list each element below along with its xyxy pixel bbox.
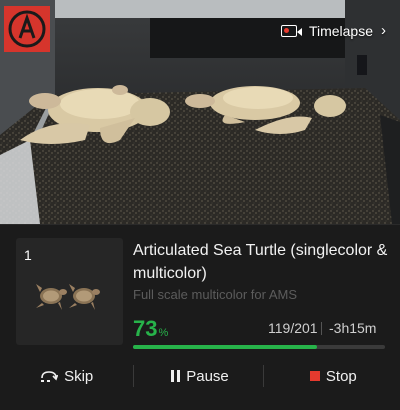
progress-percent: 73% — [133, 316, 168, 342]
pause-icon — [171, 370, 181, 382]
job-subtitle: Full scale multicolor for AMS — [133, 287, 297, 302]
video-camera-icon — [280, 24, 302, 37]
stop-button[interactable]: Stop — [267, 360, 400, 392]
pause-label: Pause — [186, 367, 229, 385]
chevron-right-icon: › — [381, 22, 386, 39]
skip-icon — [41, 371, 59, 382]
timelapse-button[interactable]: Timelapse › — [280, 22, 386, 39]
skip-button[interactable]: Skip — [0, 360, 133, 392]
camera-feed: Timelapse › — [0, 0, 400, 224]
action-bar: Skip Pause Stop — [0, 360, 400, 392]
time-remaining: -3h15m — [329, 320, 377, 336]
plate-thumbnail[interactable]: 1 — [16, 238, 123, 345]
progress-bar-fill — [133, 345, 317, 349]
stop-icon — [309, 371, 320, 381]
timelapse-label: Timelapse — [308, 22, 373, 39]
stat-separator — [321, 322, 322, 335]
skip-label: Skip — [64, 367, 94, 385]
progress-percent-value: 73 — [133, 316, 158, 341]
action-divider — [263, 365, 264, 387]
stop-label: Stop — [325, 367, 357, 385]
turtle-thumbnail-image — [36, 284, 100, 310]
job-title: Articulated Sea Turtle (singlecolor & mu… — [133, 242, 388, 282]
percent-symbol: % — [158, 327, 169, 339]
progress-bar — [133, 345, 385, 349]
pause-button[interactable]: Pause — [133, 360, 266, 392]
layer-count: 119/201 — [268, 320, 318, 336]
action-divider — [133, 365, 134, 387]
divider — [0, 224, 400, 225]
